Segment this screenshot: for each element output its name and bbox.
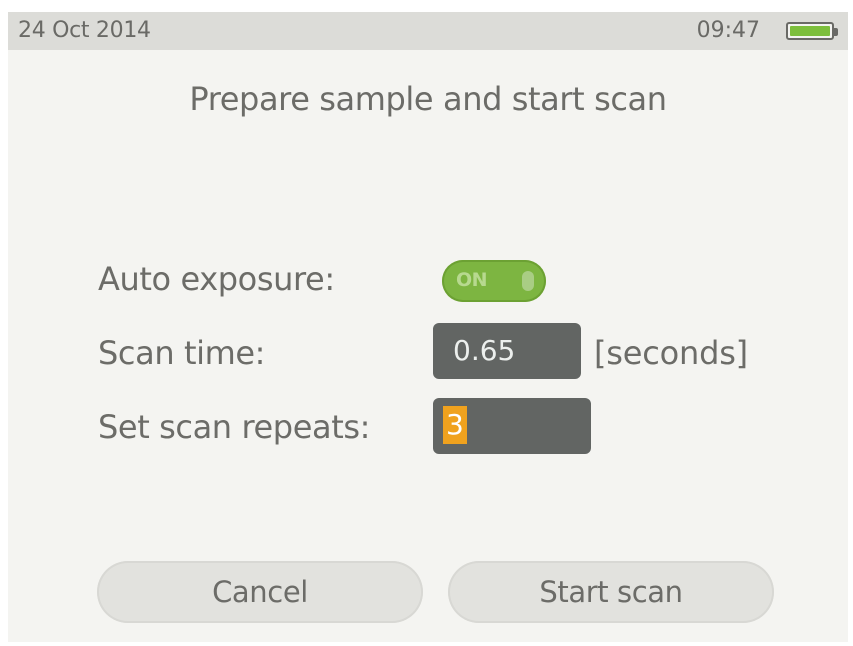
start-scan-button[interactable]: Start scan bbox=[448, 561, 774, 623]
battery-fill bbox=[790, 26, 830, 36]
auto-exposure-toggle[interactable]: ON bbox=[442, 260, 546, 302]
scan-repeats-label: Set scan repeats: bbox=[98, 408, 370, 446]
status-bar: 24 Oct 2014 09:47 bbox=[8, 12, 848, 50]
cancel-button[interactable]: Cancel bbox=[97, 561, 423, 623]
scan-time-input[interactable]: 0.65 bbox=[433, 323, 581, 379]
device-screen: 24 Oct 2014 09:47 Prepare sample and sta… bbox=[8, 12, 848, 642]
page-title: Prepare sample and start scan bbox=[189, 80, 667, 118]
toggle-state-text: ON bbox=[456, 269, 488, 291]
status-date: 24 Oct 2014 bbox=[18, 18, 151, 43]
scan-time-unit: [seconds] bbox=[594, 334, 748, 372]
scan-repeats-input[interactable]: 3 bbox=[433, 398, 591, 454]
scan-time-label: Scan time: bbox=[98, 334, 266, 372]
auto-exposure-label: Auto exposure: bbox=[98, 260, 335, 298]
scan-time-value: 0.65 bbox=[453, 334, 516, 367]
battery-icon bbox=[786, 22, 838, 40]
scan-repeats-value: 3 bbox=[443, 406, 467, 444]
toggle-knob bbox=[522, 271, 534, 291]
status-time: 09:47 bbox=[696, 18, 760, 43]
